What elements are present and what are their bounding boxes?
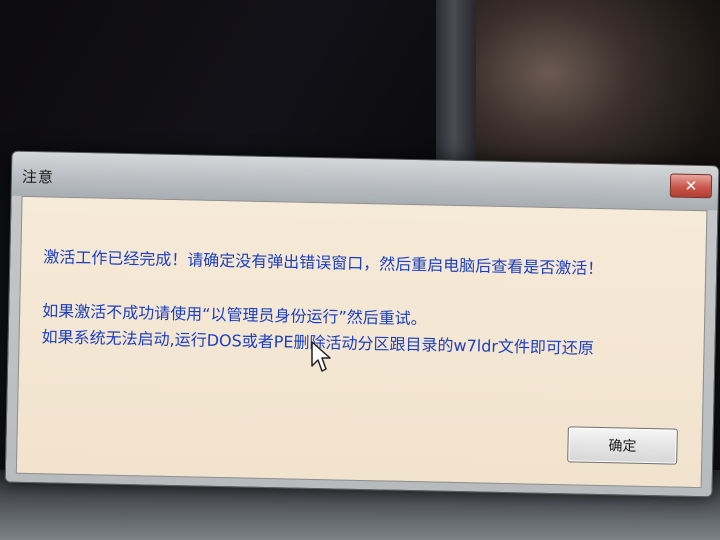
ok-button[interactable]: 确定 <box>567 426 678 465</box>
message-line-1: 激活工作已经完成！请确定没有弹出错误窗口，然后重启电脑后查看是否激活！ <box>43 247 604 279</box>
close-icon: ✕ <box>684 176 698 195</box>
notice-dialog: 注意 ✕ 激活工作已经完成！请确定没有弹出错误窗口，然后重启电脑后查看是否激活！… <box>4 150 720 498</box>
monitor-bezel <box>436 0 478 170</box>
close-button[interactable]: ✕ <box>669 173 713 199</box>
dialog-content: 激活工作已经完成！请确定没有弹出错误窗口，然后重启电脑后查看是否激活！ 如果激活… <box>15 195 708 489</box>
dialog-title: 注意 <box>21 167 55 187</box>
mouse-cursor-icon <box>311 341 331 372</box>
